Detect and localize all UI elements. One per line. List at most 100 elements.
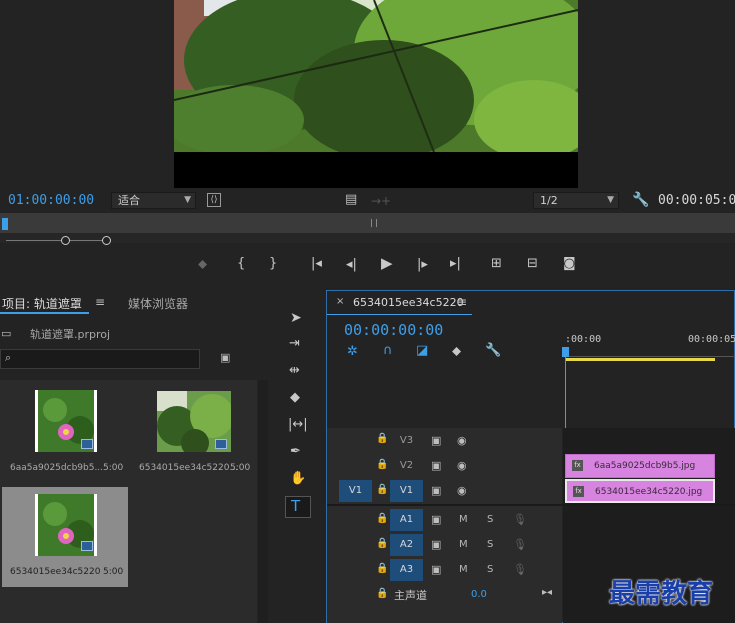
type-tool-icon: T: [291, 497, 301, 515]
fx-icon: fx: [572, 460, 583, 471]
program-timecode[interactable]: 01:00:00:00: [8, 193, 94, 208]
track-v3-toggle[interactable]: V3: [390, 430, 423, 452]
clip-v2[interactable]: fx 6aa5a9025dcb9b5.jpg: [565, 454, 715, 478]
snap-icon[interactable]: ∩: [383, 344, 393, 357]
master-track-label: 主声道: [394, 589, 427, 602]
mute-button[interactable]: M: [459, 515, 468, 525]
go-to-end-icon[interactable]: ▸◂: [542, 588, 552, 598]
resolution-select[interactable]: 1/2 ▼: [533, 192, 619, 209]
play-icon[interactable]: ▶: [381, 256, 393, 271]
mark-in-icon[interactable]: {: [237, 257, 245, 270]
wrench-icon[interactable]: 🔧: [632, 193, 649, 207]
eye-icon[interactable]: ◉: [457, 485, 467, 496]
lock-icon[interactable]: 🔒: [376, 460, 388, 470]
lock-icon[interactable]: 🔒: [376, 514, 388, 524]
slip-tool-icon[interactable]: |↔|: [288, 418, 308, 431]
tab-sequence[interactable]: 6534015ee34c5220: [353, 296, 464, 309]
project-item-name: 6aa5a9025dcb9b5...: [10, 463, 104, 473]
project-item[interactable]: 6aa5a9025dcb9b5... 5:00: [2, 382, 128, 486]
project-scrollbar[interactable]: [258, 380, 268, 623]
extract-icon[interactable]: ⊟: [527, 257, 538, 270]
mute-button[interactable]: M: [459, 565, 468, 575]
pen-tool-icon[interactable]: ✒: [290, 445, 301, 458]
close-icon[interactable]: ×: [336, 297, 344, 307]
export-frame-icon[interactable]: ▤: [345, 193, 357, 206]
project-item-selected[interactable]: 6534015ee34c5220 5:00: [2, 487, 128, 587]
program-video-frame: [174, 0, 578, 188]
timeline-timecode[interactable]: 00:00:00:00: [344, 321, 443, 339]
sequence-badge-icon: [81, 541, 93, 551]
tab-project[interactable]: 项目: 轨道遮罩: [2, 295, 82, 312]
track-a3-toggle[interactable]: A3: [390, 559, 423, 581]
fit-select-value: 适合: [118, 194, 140, 207]
selection-tool-icon[interactable]: ➤: [290, 311, 302, 325]
razor-tool-icon[interactable]: ◆: [290, 391, 300, 404]
nest-icon[interactable]: ✲: [347, 345, 358, 358]
solo-button[interactable]: S: [487, 540, 493, 550]
track-a1-toggle[interactable]: A1: [390, 509, 423, 531]
film-icon[interactable]: ▣: [431, 460, 441, 471]
linked-selection-icon[interactable]: ◪: [416, 344, 428, 357]
lock-icon[interactable]: 🔒: [376, 589, 388, 599]
lock-icon[interactable]: 🔒: [376, 539, 388, 549]
microphone-icon[interactable]: 🎙: [513, 564, 527, 575]
film-icon[interactable]: ▣: [431, 485, 441, 496]
hand-tool-icon[interactable]: ✋: [290, 472, 306, 485]
track-v2-toggle[interactable]: V2: [390, 455, 423, 477]
fit-select[interactable]: 适合 ▼: [111, 192, 196, 209]
folder-icon: ▭: [1, 327, 12, 340]
program-time-ruler[interactable]: [0, 213, 735, 233]
project-item-duration: 5:00: [103, 567, 124, 577]
solo-button[interactable]: S: [487, 565, 493, 575]
zoom-handle-left[interactable]: [61, 236, 70, 245]
master-volume-value[interactable]: 0.0: [471, 589, 487, 600]
add-marker-icon[interactable]: ⬥: [452, 345, 461, 358]
work-area-bar[interactable]: [565, 358, 715, 361]
camera-icon[interactable]: ◙: [563, 257, 576, 270]
track-select-tool-icon[interactable]: ⇥: [289, 337, 300, 350]
add-marker-icon[interactable]: ⬥: [198, 258, 207, 271]
tab-media-browser[interactable]: 媒体浏览器: [128, 295, 188, 312]
panel-menu-icon[interactable]: ≡: [95, 296, 105, 308]
zoom-handle-right[interactable]: [102, 236, 111, 245]
project-item-duration: 5:00: [103, 463, 124, 473]
film-icon[interactable]: ▣: [431, 564, 441, 575]
vr-icon: →+: [371, 194, 392, 208]
lock-icon[interactable]: 🔒: [376, 564, 388, 574]
clip-name: 6aa5a9025dcb9b5.jpg: [594, 461, 696, 471]
microphone-icon[interactable]: 🎙: [513, 514, 527, 525]
project-item[interactable]: 6534015ee34c5220... 5:00: [130, 382, 257, 486]
go-to-in-icon[interactable]: |◂: [311, 257, 322, 270]
film-icon[interactable]: ▣: [431, 435, 441, 446]
lock-icon[interactable]: 🔒: [376, 434, 388, 444]
go-to-out-icon[interactable]: ▸|: [450, 257, 461, 270]
eye-icon[interactable]: ◉: [457, 460, 467, 471]
timeline-ruler[interactable]: [562, 347, 735, 357]
lock-icon[interactable]: 🔒: [376, 485, 388, 495]
step-forward-icon[interactable]: |▸: [417, 258, 428, 271]
project-search-input[interactable]: [0, 349, 200, 369]
solo-button[interactable]: S: [487, 515, 493, 525]
mark-out-icon[interactable]: }: [269, 257, 277, 270]
chevron-down-icon: ▼: [607, 195, 614, 205]
project-tab-underline: [0, 312, 89, 314]
wrench-icon[interactable]: 🔧: [485, 344, 501, 357]
playhead[interactable]: [2, 218, 8, 230]
new-bin-icon[interactable]: ▣: [220, 352, 230, 363]
lift-icon[interactable]: ⊞: [491, 257, 502, 270]
playback-settings-icon[interactable]: ⟨⟩: [207, 193, 221, 207]
film-icon[interactable]: ▣: [431, 539, 441, 550]
panel-menu-icon[interactable]: ≡: [457, 296, 467, 308]
mute-button[interactable]: M: [459, 540, 468, 550]
image-badge-icon: [215, 439, 227, 449]
ripple-edit-tool-icon[interactable]: ⇹: [289, 364, 300, 377]
timeline-playhead[interactable]: [562, 347, 569, 357]
microphone-icon[interactable]: 🎙: [513, 539, 527, 550]
film-icon[interactable]: ▣: [431, 514, 441, 525]
clip-v1[interactable]: fx 6534015ee34c5220.jpg: [565, 479, 715, 503]
step-back-icon[interactable]: ◂|: [346, 258, 357, 271]
source-v1-toggle[interactable]: V1: [339, 480, 372, 502]
eye-icon[interactable]: ◉: [457, 435, 467, 446]
track-a2-toggle[interactable]: A2: [390, 534, 423, 556]
track-v1-toggle[interactable]: V1: [390, 480, 423, 502]
